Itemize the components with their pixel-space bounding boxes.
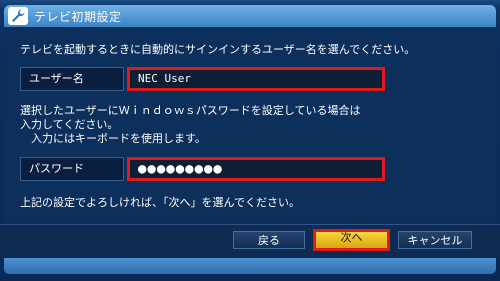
instruction-text: テレビを起動するときに自動的にサインインするユーザー名を選んでください。 xyxy=(20,43,416,56)
title-bar: テレビ初期設定 xyxy=(4,5,496,27)
cancel-button[interactable]: キャンセル xyxy=(398,231,472,249)
confirm-text: 上記の設定でよろしければ、「次へ」を選んでください。 xyxy=(20,196,300,209)
password-field[interactable]: ●●●●●●●●● xyxy=(127,157,385,181)
dialog-frame: テレビ初期設定 テレビを起動するときに自動的にサインインするユーザー名を選んでく… xyxy=(0,0,500,281)
window-title: テレビ初期設定 xyxy=(34,10,122,24)
description-line-1: 選択したユーザーにＷｉｎｄｏｗｓパスワードを設定している場合は xyxy=(20,104,361,117)
username-label: ユーザー名 xyxy=(20,67,124,91)
password-label: パスワード xyxy=(20,157,124,181)
back-button[interactable]: 戻る xyxy=(233,231,305,249)
next-button[interactable]: 次へ xyxy=(313,229,390,251)
password-description: 選択したユーザーにＷｉｎｄｏｗｓパスワードを設定している場合は 入力してください… xyxy=(20,104,360,146)
footer-bar xyxy=(4,258,496,274)
wrench-icon xyxy=(8,7,28,25)
username-field[interactable]: NEC User xyxy=(127,67,385,91)
description-line-3: 入力にはキーボードを使用します。 xyxy=(20,132,206,145)
description-line-2: 入力してください。 xyxy=(20,118,119,131)
